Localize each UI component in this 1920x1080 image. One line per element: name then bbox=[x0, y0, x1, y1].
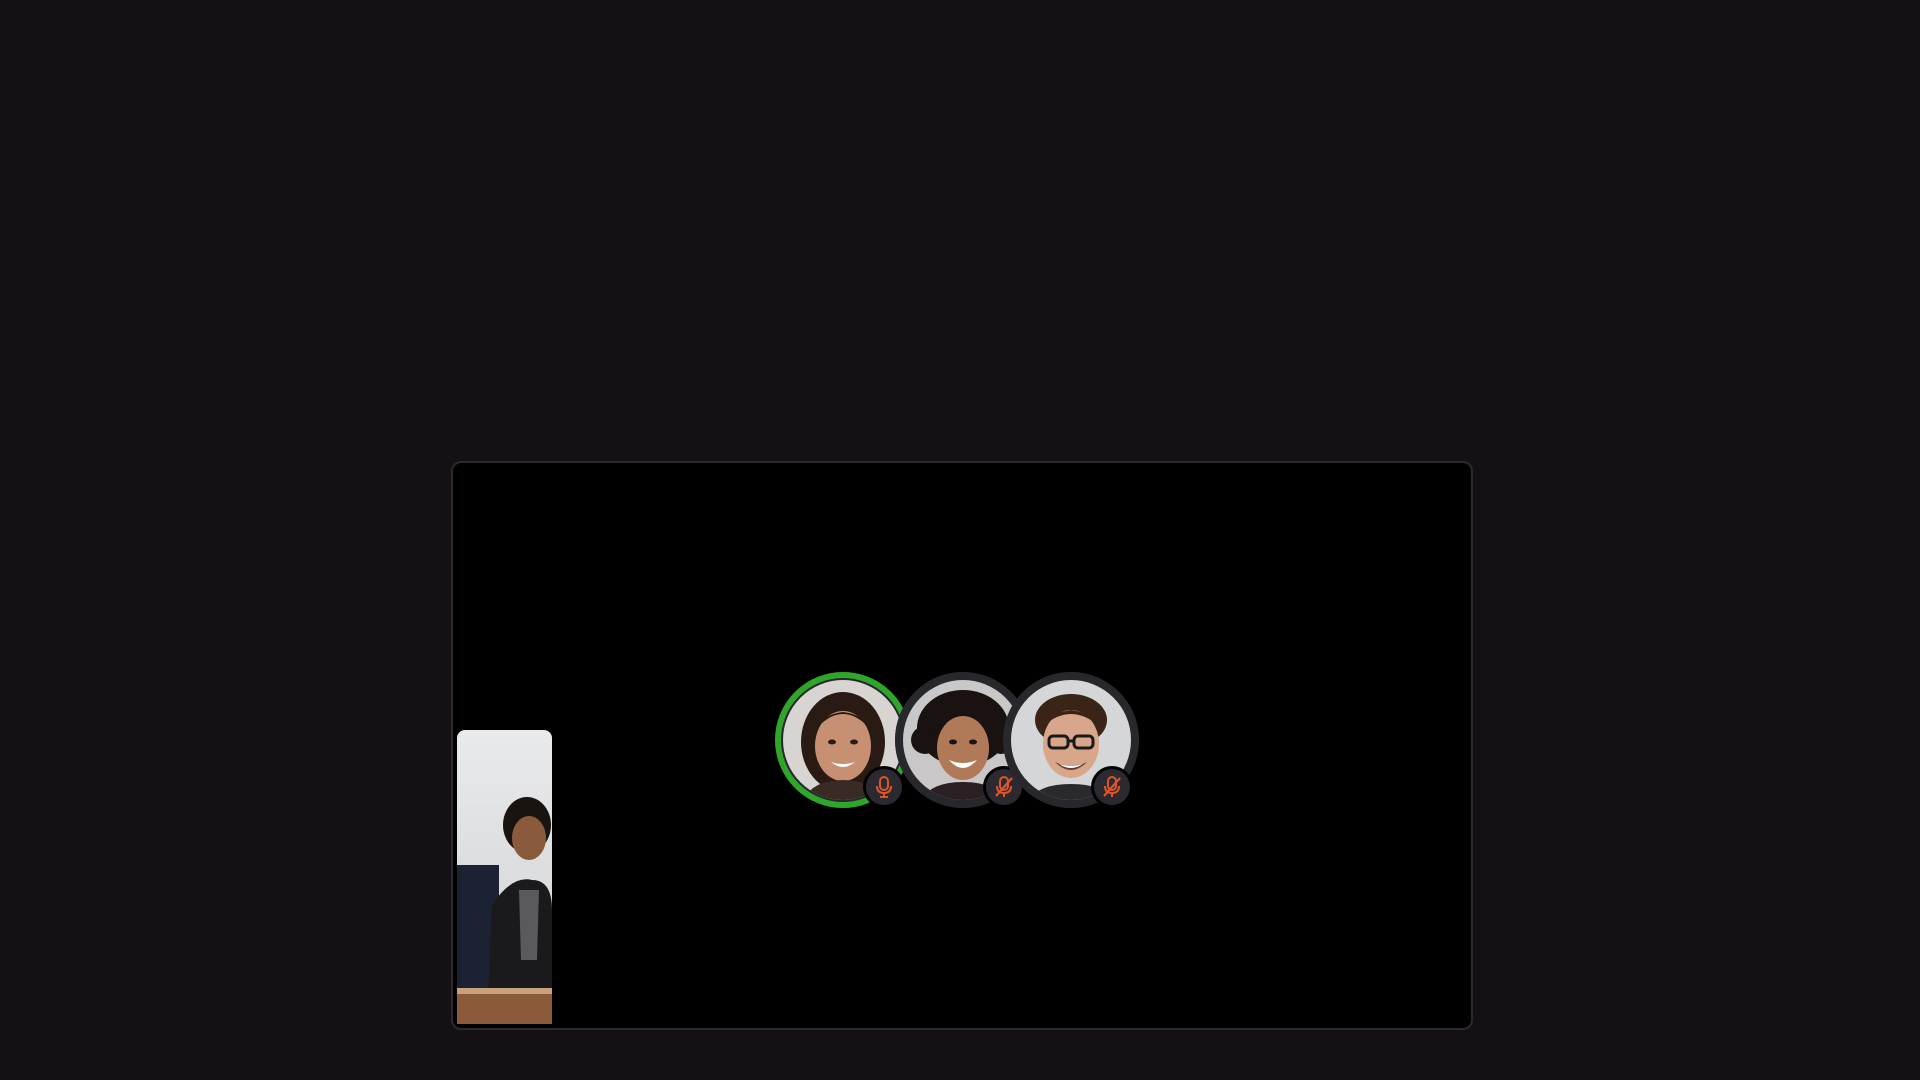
call-stage bbox=[451, 461, 1473, 1030]
participant-avatar-3[interactable] bbox=[1003, 672, 1139, 808]
participant-avatar-1[interactable] bbox=[775, 672, 911, 808]
video-thumbnail-image bbox=[457, 730, 552, 1024]
mic-off-icon[interactable] bbox=[1091, 766, 1133, 808]
video-thumbnail[interactable] bbox=[457, 730, 552, 1024]
participant-avatars bbox=[775, 672, 1155, 822]
mic-on-icon[interactable] bbox=[863, 766, 905, 808]
